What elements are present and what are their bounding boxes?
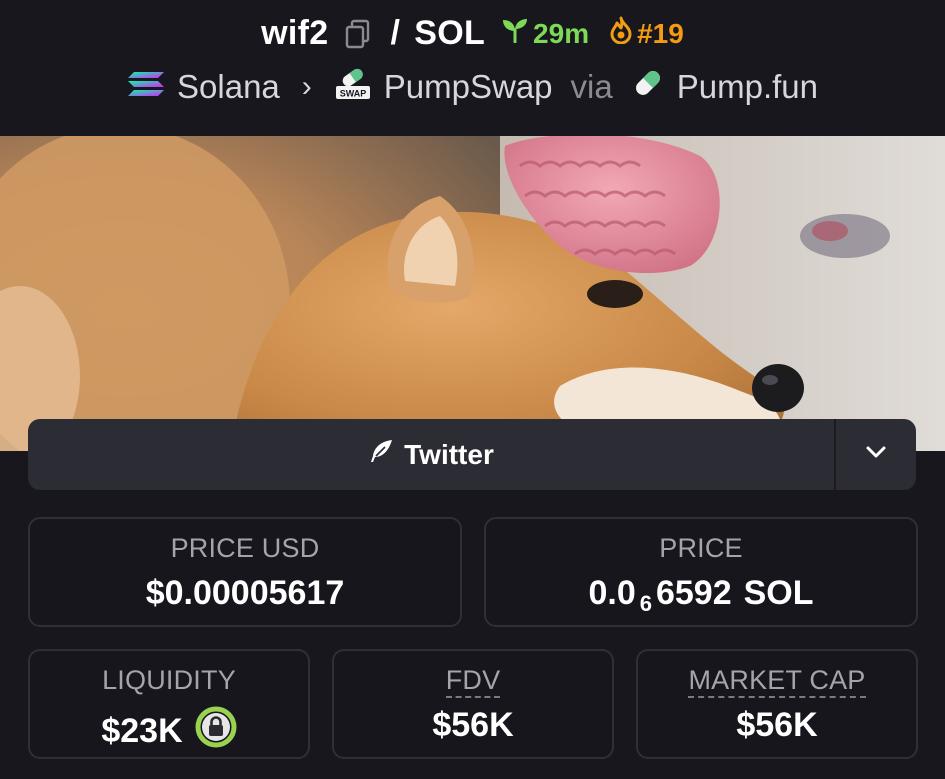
price-native-value: 0.0 6 6592 SOL: [486, 574, 916, 616]
market-cap-label-wrap: MARKET CAP: [638, 665, 916, 698]
liquidity-label: LIQUIDITY: [102, 665, 236, 695]
social-links-bar: Twitter: [28, 419, 916, 490]
launchpad-name-link[interactable]: Pump.fun: [677, 68, 818, 106]
liquidity-value: $23K: [101, 712, 183, 750]
seedling-icon: [501, 17, 529, 50]
market-cap-card: MARKET CAP $56K: [636, 649, 918, 759]
liquidity-card: LIQUIDITY $23K: [28, 649, 310, 759]
price-usd-label: PRICE USD: [170, 533, 320, 563]
trending-rank-text: #19: [637, 17, 684, 49]
copy-icon[interactable]: [345, 19, 371, 49]
more-links-dropdown[interactable]: [836, 419, 916, 490]
trending-rank-badge[interactable]: #19: [609, 16, 684, 51]
price-native-digits: 6592: [655, 574, 732, 612]
market-cap-label[interactable]: MARKET CAP: [688, 665, 866, 698]
pair-separator: /: [390, 14, 401, 52]
price-native-quote: SOL: [743, 574, 814, 612]
pair-age-badge: 29m: [501, 17, 589, 50]
via-label: via: [570, 68, 613, 105]
chevron-down-icon: [865, 445, 887, 464]
chevron-right-icon: ›: [301, 70, 312, 103]
price-usd-card: PRICE USD $0.00005617: [28, 517, 462, 627]
pair-age-text: 29m: [533, 17, 590, 49]
fdv-card: FDV $56K: [332, 649, 614, 759]
price-native-zero-count: 6: [639, 590, 652, 616]
dex-badge-text: SWAP: [340, 89, 367, 99]
pair-header: wif2 / SOL 29m #19 Solana › SWAP PumpSwa…: [0, 0, 945, 136]
chain-name-link[interactable]: Solana: [177, 68, 280, 106]
fdv-label[interactable]: FDV: [445, 665, 501, 698]
price-usd-value: $0.00005617: [145, 574, 345, 612]
base-token-symbol: wif2: [261, 14, 329, 52]
liquidity-value-row: $23K: [30, 706, 308, 757]
dex-name-link[interactable]: PumpSwap: [384, 68, 553, 106]
twitter-button[interactable]: Twitter: [28, 419, 834, 490]
market-cap-value: $56K: [736, 706, 818, 744]
price-native-prefix: 0.0: [588, 574, 636, 612]
fdv-label-wrap: FDV: [334, 665, 612, 698]
lock-icon[interactable]: [195, 706, 237, 757]
feather-icon: [368, 438, 394, 471]
pair-title-row: wif2 / SOL 29m #19: [0, 14, 945, 53]
breadcrumb: Solana › SWAP PumpSwap via Pump.fun: [0, 66, 945, 108]
twitter-button-label: Twitter: [404, 438, 494, 470]
pumpswap-icon: SWAP: [334, 66, 372, 108]
price-native-card: PRICE 0.0 6 6592 SOL: [484, 517, 918, 627]
token-banner-image: [0, 136, 945, 451]
quote-token-symbol: SOL: [414, 14, 486, 52]
solana-icon: [127, 68, 165, 106]
fdv-value: $56K: [432, 706, 514, 744]
flame-icon: [609, 16, 633, 51]
price-native-label: PRICE: [659, 533, 743, 563]
pill-icon: [631, 66, 665, 108]
